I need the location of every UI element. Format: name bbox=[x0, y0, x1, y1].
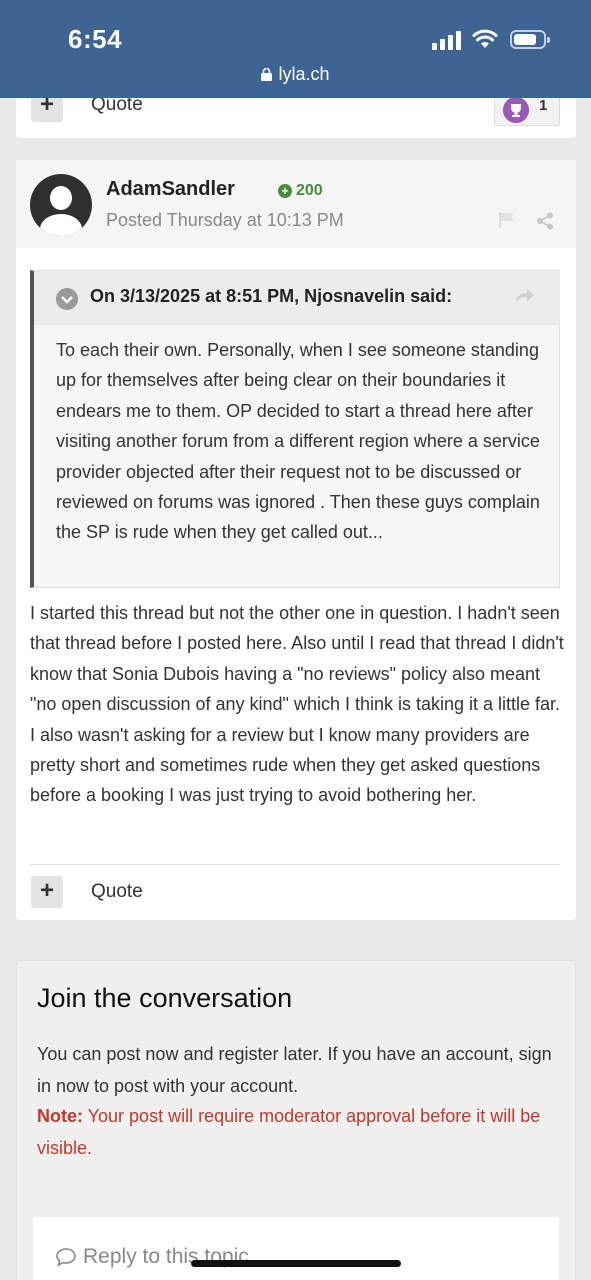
quote-block: On 3/13/2025 at 8:51 PM, Njosnavelin sai… bbox=[30, 270, 560, 588]
address-bar[interactable]: lyla.ch bbox=[0, 64, 591, 85]
chevron-down-icon[interactable] bbox=[56, 288, 78, 310]
url-text: lyla.ch bbox=[278, 64, 330, 84]
post-content: On 3/13/2025 at 8:51 PM, Njosnavelin sai… bbox=[16, 248, 576, 920]
trophy-icon bbox=[503, 97, 529, 123]
multiquote-add-button[interactable]: + bbox=[31, 876, 63, 908]
divider bbox=[30, 864, 560, 865]
clock-time: 6:54 bbox=[68, 24, 123, 54]
join-info-text: You can post now and register later. If … bbox=[37, 1044, 552, 1096]
lock-icon bbox=[261, 68, 273, 81]
battery-icon bbox=[510, 30, 550, 49]
cellular-signal-icon bbox=[432, 30, 462, 50]
home-indicator[interactable] bbox=[191, 1260, 401, 1267]
reputation-value: 200 bbox=[296, 182, 323, 199]
wifi-icon bbox=[472, 29, 498, 48]
share-arrow-icon[interactable] bbox=[514, 287, 536, 305]
reaction-count: 1 bbox=[539, 97, 548, 114]
post-date[interactable]: Posted Thursday at 10:13 PM bbox=[106, 210, 344, 231]
join-title: Join the conversation bbox=[37, 983, 293, 1013]
quote-button[interactable]: Quote bbox=[91, 881, 143, 903]
moderation-note: Note: Your post will require moderator a… bbox=[37, 1101, 567, 1164]
reply-editor[interactable]: Reply to this topic... bbox=[33, 1217, 559, 1280]
share-icon[interactable] bbox=[536, 212, 554, 230]
note-text: Your post will require moderator approva… bbox=[37, 1106, 541, 1158]
author-name[interactable]: AdamSandler bbox=[106, 178, 235, 201]
quote-citation-bar: On 3/13/2025 at 8:51 PM, Njosnavelin sai… bbox=[34, 271, 560, 325]
note-label: Note: bbox=[37, 1106, 83, 1126]
quote-text: To each their own. Personally, when I se… bbox=[56, 340, 540, 543]
browser-status-bar: 6:54 lyla.ch bbox=[0, 0, 591, 98]
comment-icon bbox=[56, 1248, 76, 1267]
post-body-text: I started this thread but not the other … bbox=[30, 603, 564, 806]
plus-circle-icon: + bbox=[278, 184, 292, 198]
join-conversation-panel: Join the conversation You can post now a… bbox=[16, 960, 576, 1280]
avatar[interactable] bbox=[30, 174, 92, 236]
reputation-badge: +200 bbox=[278, 182, 323, 200]
flag-icon[interactable] bbox=[498, 212, 516, 228]
quote-citation: On 3/13/2025 at 8:51 PM, Njosnavelin sai… bbox=[90, 286, 453, 306]
post-header: AdamSandler +200 Posted Thursday at 10:1… bbox=[16, 160, 576, 248]
